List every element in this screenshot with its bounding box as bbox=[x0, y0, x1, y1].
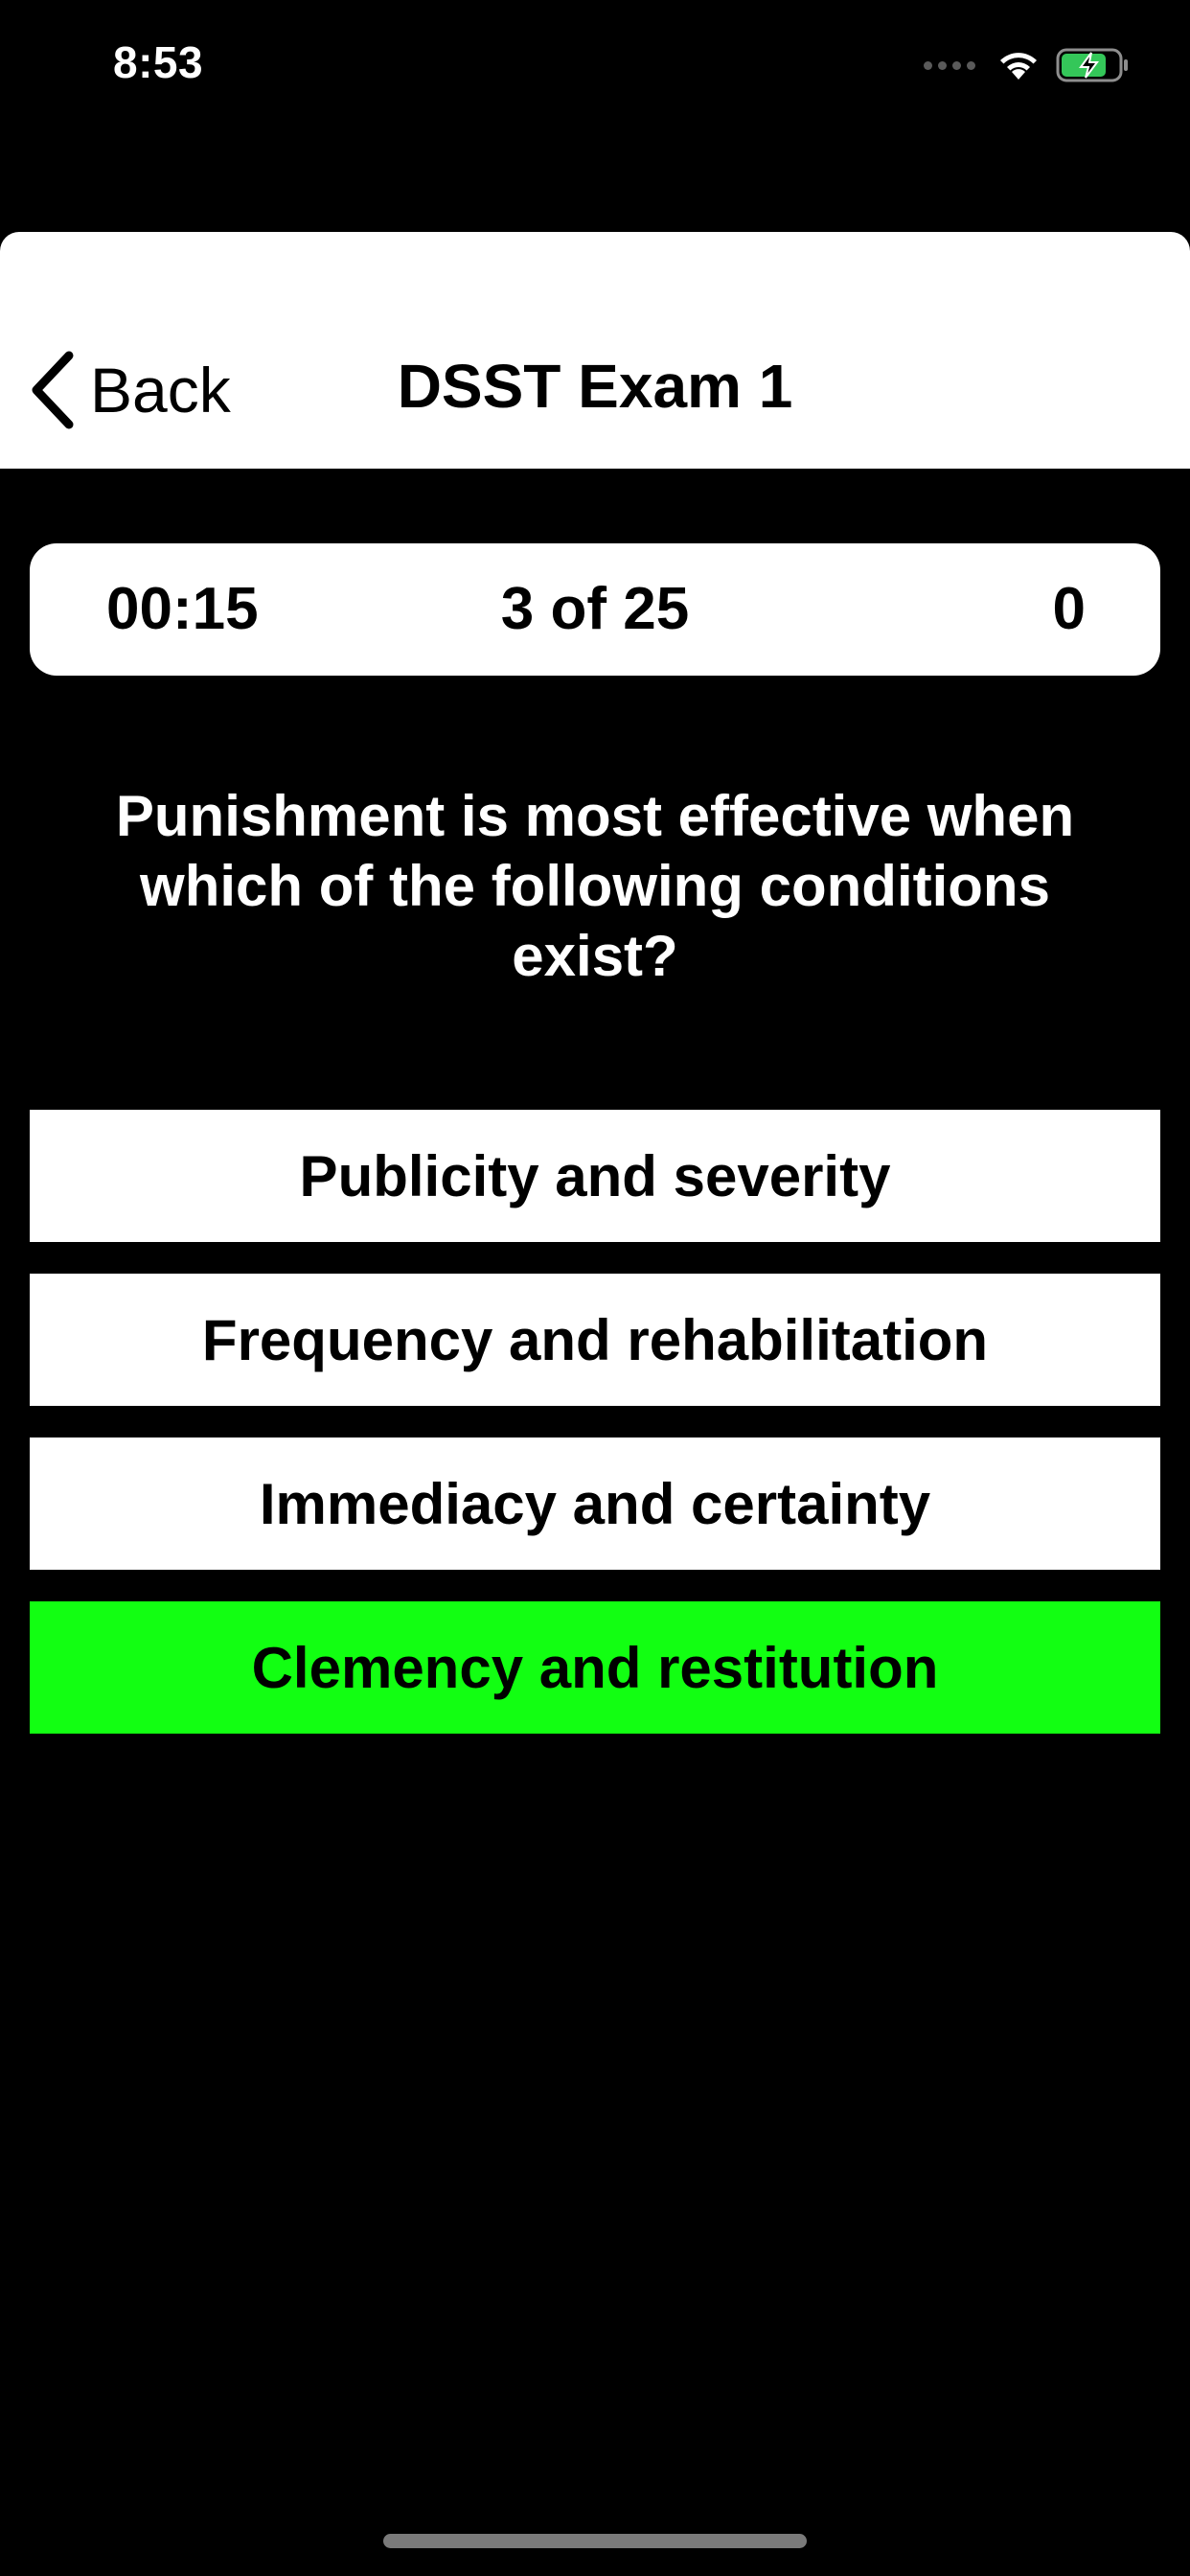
score: 0 bbox=[1052, 576, 1086, 642]
question-progress: 3 of 25 bbox=[500, 576, 690, 642]
status-icons bbox=[924, 42, 1131, 88]
home-indicator[interactable] bbox=[383, 2534, 807, 2548]
status-time: 8:53 bbox=[113, 37, 204, 87]
wifi-icon bbox=[1000, 53, 1037, 80]
answer-list: Publicity and severity Frequency and reh… bbox=[30, 1110, 1160, 1765]
navigation-bar: Back DSST Exam 1 bbox=[0, 232, 1190, 469]
answer-option-4[interactable]: Clemency and restitution bbox=[30, 1601, 1160, 1734]
answer-option-2[interactable]: Frequency and rehabilitation bbox=[30, 1274, 1160, 1406]
status-bar: 8:53 bbox=[0, 0, 1190, 134]
question-text: Punishment is most effective when which … bbox=[115, 784, 1075, 988]
answer-option-3[interactable]: Immediacy and certainty bbox=[30, 1438, 1160, 1570]
stats-bar: 00:15 3 of 25 0 bbox=[30, 543, 1160, 676]
signal-icon bbox=[924, 60, 975, 70]
battery-charging-icon bbox=[1056, 48, 1128, 82]
page-title: DSST Exam 1 bbox=[397, 352, 793, 421]
answer-option-1[interactable]: Publicity and severity bbox=[30, 1110, 1160, 1242]
